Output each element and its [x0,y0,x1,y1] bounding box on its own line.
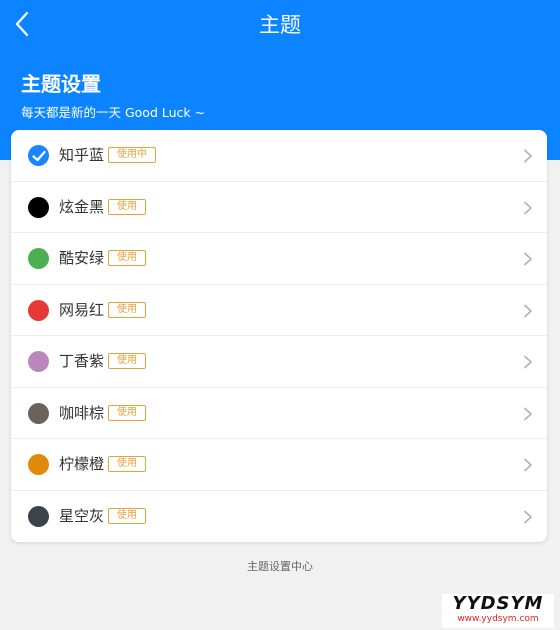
chevron-right-icon [523,303,533,317]
use-button[interactable]: 使用 [108,456,146,472]
theme-row[interactable]: 咖啡棕 使用 [11,388,547,439]
nav-bar: 主题 [0,0,560,50]
theme-name: 酷安绿 [59,249,105,267]
page-subtitle: 每天都是新的一天 Good Luck ~ [21,105,206,120]
theme-name: 网易红 [59,300,105,319]
theme-name: 炫金黑 [59,197,105,216]
in-use-badge[interactable]: 使用中 [108,147,156,163]
footer-text: 主题设置中心 [247,560,313,573]
theme-name: 咖啡棕 [59,403,105,422]
color-swatch [28,505,49,527]
use-button[interactable]: 使用 [108,404,146,421]
use-button[interactable]: 使用 [108,198,146,215]
theme-row[interactable]: 酷安绿 使用 [11,233,547,285]
page-title: 主题设置 [21,72,101,96]
theme-row[interactable]: 炫金黑 使用 [11,182,547,233]
check-icon [31,150,46,161]
theme-name: 柠檬橙 [59,455,105,473]
color-swatch [28,299,49,321]
use-button[interactable]: 使用 [108,507,146,524]
color-swatch [28,196,49,218]
color-swatch [28,248,49,269]
color-swatch [28,454,49,475]
theme-row[interactable]: 星空灰 使用 [11,491,547,543]
use-button[interactable]: 使用 [108,353,146,369]
chevron-right-icon [523,200,533,214]
chevron-right-icon [523,509,533,523]
watermark-url: www.yydsym.com [457,614,539,624]
theme-name: 星空灰 [59,506,105,525]
use-button[interactable]: 使用 [108,250,146,266]
nav-title: 主题 [259,13,301,37]
theme-row[interactable]: 柠檬橙 使用 [11,439,547,491]
theme-row[interactable]: 网易红 使用 [11,285,547,336]
theme-name: 知乎蓝 [59,146,105,164]
color-swatch [28,351,49,372]
chevron-right-icon [523,251,533,266]
theme-row[interactable]: 知乎蓝 使用中 [11,130,547,182]
use-button[interactable]: 使用 [108,301,146,318]
theme-name: 丁香紫 [59,352,105,370]
selected-swatch [28,145,49,166]
theme-row[interactable]: 丁香紫 使用 [11,336,547,388]
chevron-right-icon [523,457,533,472]
theme-list: 知乎蓝 使用中 炫金黑 使用 酷安绿 使用 网易红 使用 丁香紫 使用 咖啡棕 使用 柠檬橙 使用 星空灰使… [11,130,547,542]
chevron-right-icon [523,406,533,420]
chevron-right-icon [523,354,533,369]
chevron-right-icon [523,148,533,163]
color-swatch [28,402,49,424]
watermark-logo: YYDSYM www.yydsym.com [442,594,554,628]
watermark-main: YYDSYM [452,593,544,614]
